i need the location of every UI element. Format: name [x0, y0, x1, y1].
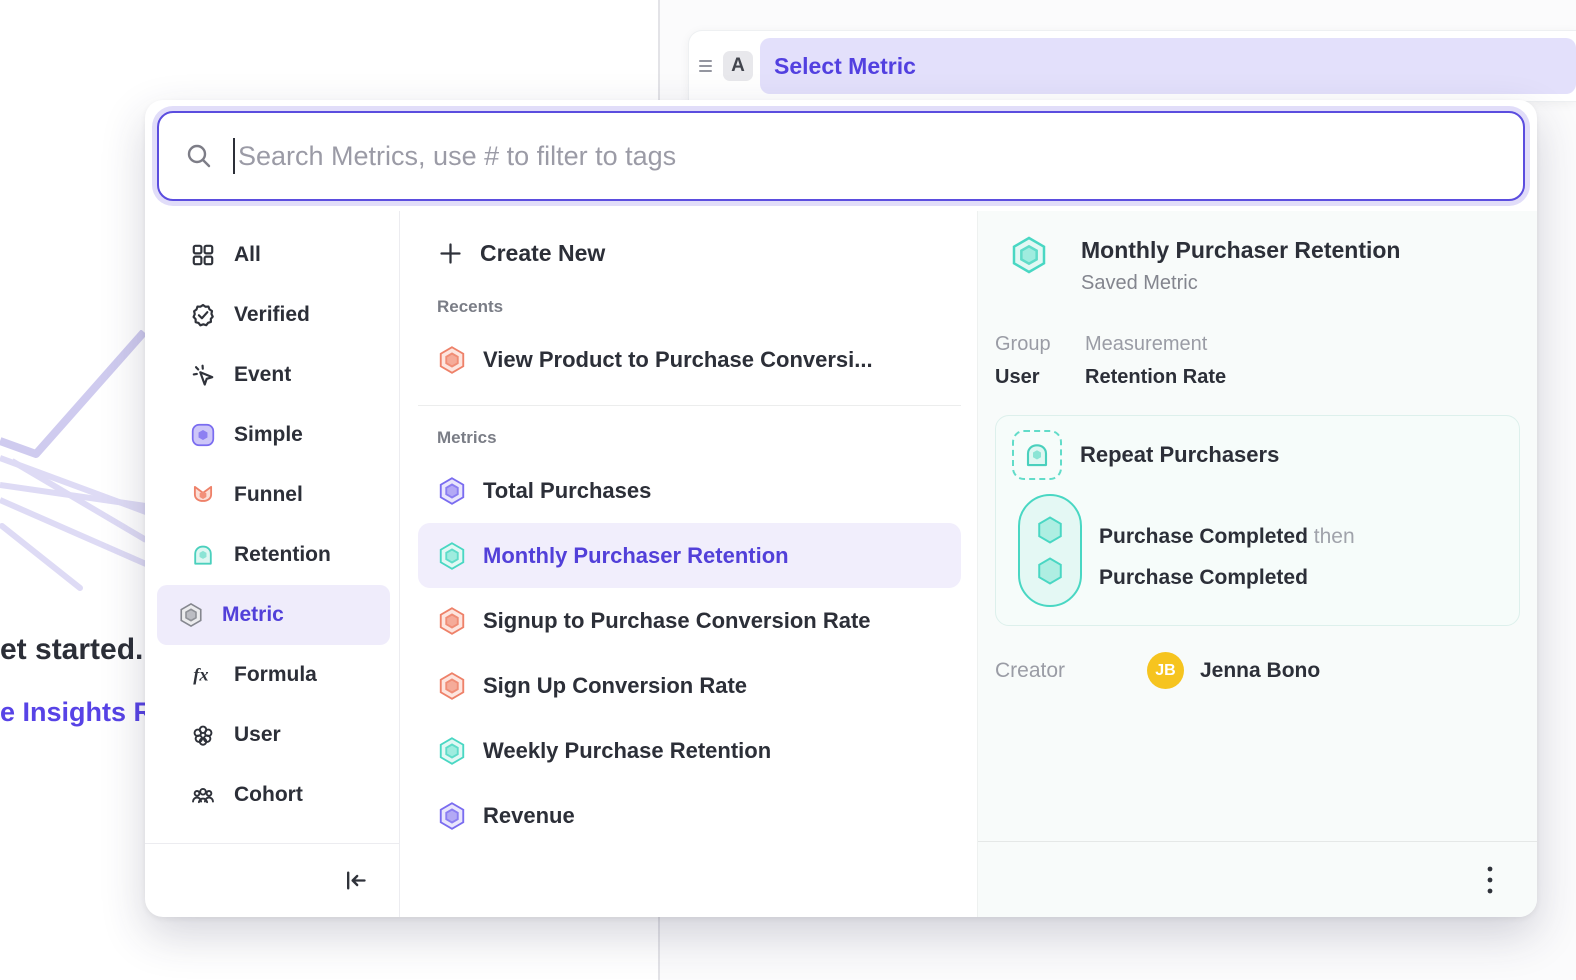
sidebar-item-verified[interactable]: Verified [157, 285, 390, 345]
creator-label: Creator [995, 659, 1147, 683]
sidebar-item-all[interactable]: All [157, 225, 390, 285]
group-value: User [995, 366, 1085, 389]
retention-steps-capsule [1018, 494, 1082, 607]
retention-metric-icon-large [1009, 235, 1049, 275]
sidebar-item-label: Funnel [234, 483, 303, 507]
detail-subtitle: Saved Metric [1081, 272, 1400, 295]
sidebar-item-label: Simple [234, 423, 303, 447]
group-label: Group [995, 333, 1085, 356]
metric-row-sign-up-conversion[interactable]: Sign Up Conversion Rate [418, 653, 961, 718]
grid-icon [190, 242, 216, 268]
metrics-list: Total Purchases Monthly Purchaser Retent… [400, 458, 977, 848]
funnel-metric-icon [437, 345, 467, 375]
measurement-value: Retention Rate [1085, 366, 1226, 389]
detail-panel-footer [978, 841, 1537, 917]
metric-row-signup-to-purchase[interactable]: Signup to Purchase Conversion Rate [418, 588, 961, 653]
metric-preview-card: Repeat Purchasers Purchase Completed the… [995, 415, 1520, 626]
metric-name: Weekly Purchase Retention [483, 738, 771, 764]
sidebar-item-label: Event [234, 363, 291, 387]
recent-metric-row[interactable]: View Product to Purchase Conversi... [418, 329, 961, 391]
sidebar-item-label: User [234, 723, 281, 747]
user-icon [190, 722, 216, 748]
sidebar-item-label: Verified [234, 303, 310, 327]
funnel-icon [190, 482, 216, 508]
retention-icon [190, 542, 216, 568]
step-2-event: Purchase Completed [1099, 557, 1355, 598]
create-new-button[interactable]: Create New [400, 231, 977, 275]
select-metric-bar: A Select Metric [688, 30, 1576, 102]
filter-sidebar: All Verified [145, 211, 400, 917]
metric-name: Signup to Purchase Conversion Rate [483, 608, 871, 634]
sidebar-item-label: Cohort [234, 783, 303, 807]
sidebar-item-label: Formula [234, 663, 317, 687]
step-1-event: Purchase Completed [1099, 525, 1308, 548]
search-box[interactable] [157, 111, 1525, 201]
sidebar-item-label: Metric [222, 603, 284, 627]
sidebar-item-cohort[interactable]: Cohort [157, 765, 390, 825]
cohort-icon [190, 782, 216, 808]
creator-avatar: JB [1147, 652, 1184, 689]
metrics-section-label: Metrics [400, 428, 977, 448]
sidebar-item-label: Retention [234, 543, 331, 567]
drag-handle-icon[interactable] [695, 60, 716, 72]
metric-name: Total Purchases [483, 478, 651, 504]
metric-name: Revenue [483, 803, 575, 829]
search-input[interactable] [238, 113, 1523, 199]
then-connector: then [1314, 525, 1355, 548]
create-new-label: Create New [480, 240, 605, 267]
formula-icon: fx [190, 662, 216, 688]
list-divider [418, 405, 961, 406]
metric-name: Sign Up Conversion Rate [483, 673, 747, 699]
sidebar-footer [145, 843, 399, 917]
sidebar-item-funnel[interactable]: Funnel [157, 465, 390, 525]
svg-text:fx: fx [193, 664, 208, 684]
search-area [145, 100, 1537, 211]
simple-icon [190, 422, 216, 448]
sidebar-item-metric[interactable]: Metric [157, 585, 390, 645]
metric-row-monthly-purchaser-retention[interactable]: Monthly Purchaser Retention [418, 523, 961, 588]
sidebar-item-label: All [234, 243, 261, 267]
series-a-badge: A [723, 51, 753, 81]
sidebar-item-simple[interactable]: Simple [157, 405, 390, 465]
background-insights-link-clipped[interactable]: e Insights Re [0, 697, 149, 728]
plus-icon [437, 240, 464, 267]
funnel-metric-icon [437, 671, 467, 701]
simple-metric-icon [437, 801, 467, 831]
creator-name: Jenna Bono [1200, 659, 1320, 683]
search-icon [185, 142, 213, 170]
metric-hexagon-icon [178, 602, 204, 628]
kebab-menu-icon[interactable] [1485, 864, 1495, 896]
background-chart-illustration [0, 330, 146, 630]
preview-title: Repeat Purchasers [1080, 442, 1279, 468]
metric-row-total-purchases[interactable]: Total Purchases [418, 458, 961, 523]
metric-row-revenue[interactable]: Revenue [418, 783, 961, 848]
metric-row-weekly-purchase-retention[interactable]: Weekly Purchase Retention [418, 718, 961, 783]
metric-name: View Product to Purchase Conversi... [483, 347, 873, 373]
metric-picker-modal: All Verified [145, 100, 1537, 917]
collapse-sidebar-icon[interactable] [342, 867, 369, 894]
sidebar-item-user[interactable]: User [157, 705, 390, 765]
background-heading-clipped: et started. [0, 633, 149, 667]
metric-list-column: Create New Recents View Product to Purch… [400, 211, 978, 917]
retention-preview-icon [1012, 430, 1062, 480]
step-hexagon-icon [1033, 513, 1067, 547]
verified-icon [190, 302, 216, 328]
simple-metric-icon [437, 476, 467, 506]
retention-metric-icon [437, 736, 467, 766]
metric-name: Monthly Purchaser Retention [483, 543, 789, 569]
event-cursor-icon [190, 362, 216, 388]
select-metric-button[interactable]: Select Metric [760, 38, 1576, 94]
metric-detail-panel: Monthly Purchaser Retention Saved Metric… [977, 211, 1537, 917]
step-hexagon-icon [1033, 554, 1067, 588]
measurement-label: Measurement [1085, 333, 1226, 356]
sidebar-item-event[interactable]: Event [157, 345, 390, 405]
detail-title: Monthly Purchaser Retention [1081, 235, 1400, 264]
funnel-metric-icon [437, 606, 467, 636]
recents-section-label: Recents [400, 297, 977, 317]
sidebar-item-formula[interactable]: fx Formula [157, 645, 390, 705]
text-cursor [233, 138, 235, 174]
sidebar-item-retention[interactable]: Retention [157, 525, 390, 585]
retention-metric-icon [437, 541, 467, 571]
